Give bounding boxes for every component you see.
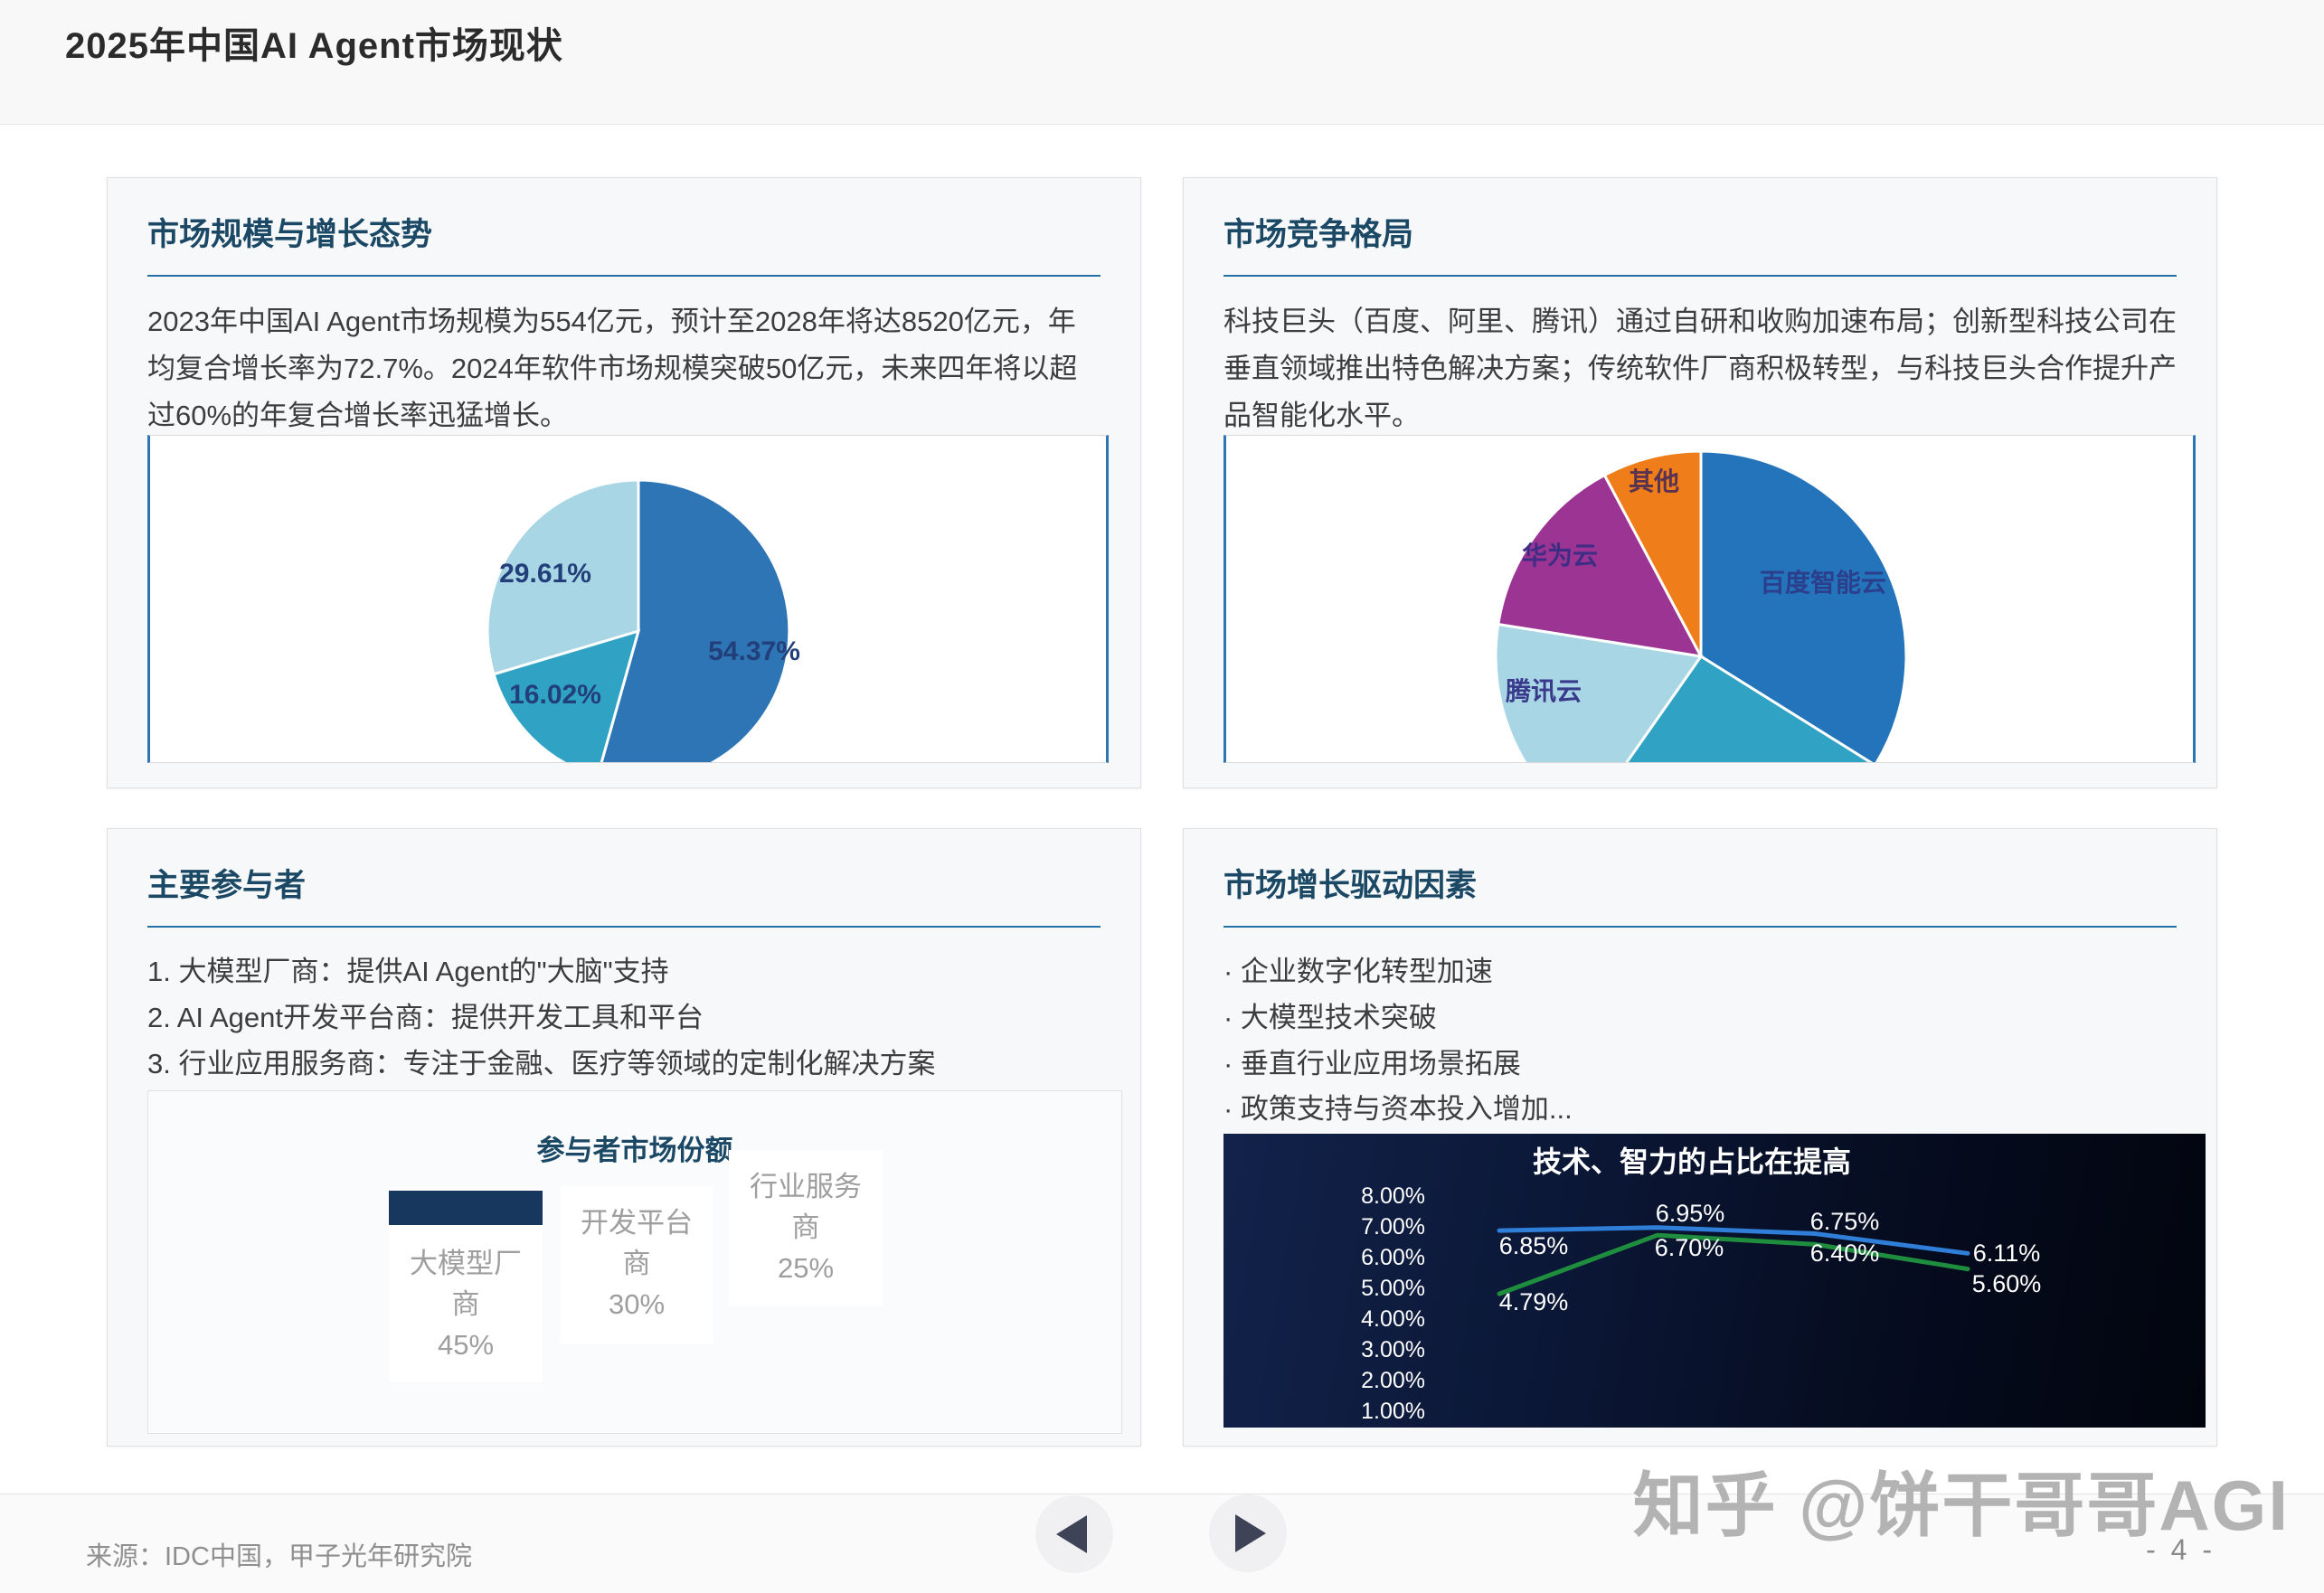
- list-item: · 企业数字化转型加速: [1223, 949, 2177, 995]
- title-divider: [1223, 275, 2177, 277]
- chart-text: 8.00%: [1361, 1183, 1425, 1209]
- title-divider: [147, 275, 1101, 277]
- panel-body-text: 2023年中国AI Agent市场规模为554亿元，预计至2028年将达8520…: [147, 298, 1101, 439]
- source-note: 来源：IDC中国，甲子光年研究院: [86, 1535, 472, 1573]
- chart-text: 2.00%: [1361, 1368, 1425, 1393]
- chart-text: 腾讯云: [1506, 677, 1582, 705]
- prev-page-button[interactable]: [1035, 1495, 1113, 1573]
- panel-title: 市场规模与增长态势: [147, 209, 1101, 255]
- list-item: 1. 大模型厂商：提供AI Agent的"大脑"支持: [147, 949, 1101, 995]
- participant-share-chart: 参与者市场份额 大模型厂商 45% 开发平台商 30% 行业服务商 25%: [147, 1090, 1122, 1434]
- chart-text: 6.85%: [1499, 1232, 1569, 1259]
- card-label: 行业服务商: [742, 1166, 869, 1248]
- card-label: 开发平台商: [573, 1202, 700, 1284]
- participants-list: 1. 大模型厂商：提供AI Agent的"大脑"支持 2. AI Agent开发…: [147, 949, 1101, 1087]
- chart-text: 5.60%: [1972, 1270, 2042, 1297]
- chart-text: 7.00%: [1361, 1214, 1425, 1240]
- chart-text: 4.79%: [1499, 1288, 1569, 1315]
- next-page-button[interactable]: [1209, 1494, 1287, 1572]
- page-title: 2025年中国AI Agent市场现状: [0, 0, 2324, 69]
- card-header-bar: [389, 1191, 543, 1225]
- line-chart-svg: 技术、智力的占比在提高 8.00% 7.00% 6.00% 5.00% 4.00% 3.00…: [1223, 1134, 2206, 1428]
- chart-text: 技术、智力的占比在提高: [1533, 1145, 1851, 1178]
- list-item: 2. AI Agent开发平台商：提供开发工具和平台: [147, 995, 1101, 1042]
- competition-pie-chart: 百度智能云腾讯云 华为云 其他: [1223, 435, 2196, 763]
- chart-text: 6.70%: [1655, 1234, 1724, 1261]
- watermark-text: 知乎 @饼干哥哥AGI: [1633, 1449, 2290, 1551]
- left-arrow-icon: [1056, 1515, 1087, 1553]
- panel-body-text: 科技巨头（百度、阿里、腾讯）通过自研和收购加速布局；创新型科技公司在垂直领域推出…: [1223, 298, 2177, 439]
- chart-text: 6.95%: [1656, 1200, 1725, 1227]
- slide-page: 2025年中国AI Agent市场现状 市场规模与增长态势 2023年中国AI …: [0, 0, 2324, 1593]
- title-divider: [147, 926, 1101, 928]
- card-value: 30%: [573, 1284, 700, 1324]
- chart-text: 6.11%: [1973, 1240, 2041, 1267]
- chart-text: 29.61%: [499, 559, 591, 589]
- card-value: 25%: [742, 1248, 869, 1288]
- share-card-llm-vendor: 大模型厂商 45%: [389, 1191, 543, 1382]
- chart-text: 6.75%: [1810, 1208, 1880, 1235]
- panel-market-size: 市场规模与增长态势 2023年中国AI Agent市场规模为554亿元，预计至2…: [107, 177, 1141, 788]
- chart-text: 百度智能云: [1760, 569, 1886, 597]
- chart-text: 16.02%: [509, 680, 601, 710]
- chart-text: 5.00%: [1361, 1276, 1425, 1301]
- chart-text: 1.00%: [1361, 1399, 1425, 1424]
- pie-chart-svg: 百度智能云腾讯云 华为云 其他: [1226, 436, 2193, 762]
- list-item: · 垂直行业应用场景拓展: [1223, 1042, 2177, 1088]
- chart-text: 6.40%: [1810, 1240, 1880, 1267]
- list-item: · 政策支持与资本投入增加...: [1223, 1087, 2177, 1133]
- chart-text: 其他: [1629, 467, 1679, 495]
- chart-text: 54.37%: [708, 636, 800, 666]
- right-arrow-icon: [1235, 1514, 1266, 1552]
- panel-participants: 主要参与者 1. 大模型厂商：提供AI Agent的"大脑"支持 2. AI A…: [107, 828, 1141, 1447]
- chart-text: 3.00%: [1361, 1337, 1425, 1362]
- chart-text: 华为云: [1522, 541, 1598, 570]
- panel-title: 市场增长驱动因素: [1223, 860, 2177, 906]
- page-header: 2025年中国AI Agent市场现状: [0, 0, 2324, 125]
- tech-ratio-line-chart: 技术、智力的占比在提高 8.00% 7.00% 6.00% 5.00% 4.00% 3.00…: [1223, 1134, 2206, 1428]
- share-card-industry-service: 行业服务商 25%: [729, 1150, 883, 1306]
- panel-title: 市场竞争格局: [1223, 209, 2177, 255]
- list-item: · 大模型技术突破: [1223, 995, 2177, 1042]
- drivers-list: · 企业数字化转型加速 · 大模型技术突破 · 垂直行业应用场景拓展 · 政策支…: [1223, 949, 2177, 1133]
- chart-title: 参与者市场份额: [148, 1127, 1121, 1168]
- list-item: 3. 行业应用服务商：专注于金融、医疗等领域的定制化解决方案: [147, 1042, 1101, 1088]
- panel-title: 主要参与者: [147, 860, 1101, 906]
- title-divider: [1223, 926, 2177, 928]
- card-label: 大模型厂商: [402, 1243, 529, 1324]
- chart-text: 4.00%: [1361, 1306, 1425, 1332]
- pie-chart-svg: 54.37% 16.02% 29.61%: [150, 436, 1106, 762]
- market-size-pie-chart: 54.37% 16.02% 29.61%: [147, 435, 1109, 763]
- panel-competition: 市场竞争格局 科技巨头（百度、阿里、腾讯）通过自研和收购加速布局；创新型科技公司…: [1183, 177, 2217, 788]
- card-value: 45%: [402, 1324, 529, 1365]
- share-card-platform-vendor: 开发平台商 30%: [560, 1186, 713, 1344]
- panel-growth-drivers: 市场增长驱动因素 · 企业数字化转型加速 · 大模型技术突破 · 垂直行业应用场…: [1183, 828, 2217, 1447]
- chart-text: 6.00%: [1361, 1245, 1425, 1270]
